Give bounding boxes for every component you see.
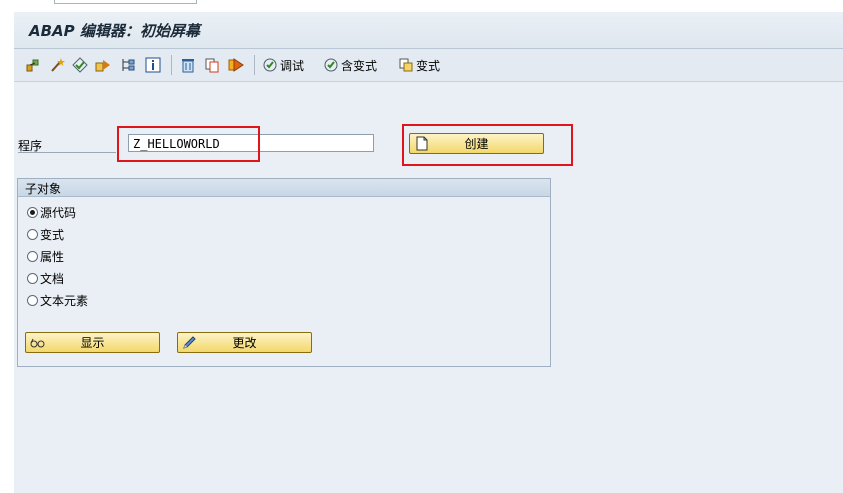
with-variant-icon xyxy=(324,58,338,72)
with-variant-button[interactable]: 含变式 xyxy=(323,56,377,74)
radio-button[interactable] xyxy=(27,272,38,284)
top-strip xyxy=(0,0,843,10)
with-variant-label: 含变式 xyxy=(341,58,378,73)
debug-icon xyxy=(263,58,277,72)
variant-label: 变式 xyxy=(416,58,441,73)
radio-label: 文档 xyxy=(40,271,65,286)
wand-icon[interactable] xyxy=(48,56,65,73)
radio-button[interactable] xyxy=(27,250,38,262)
program-highlight xyxy=(117,126,260,162)
display-button[interactable]: 显示 xyxy=(25,332,160,353)
debug-button[interactable]: 调试 xyxy=(262,56,304,74)
radio-button[interactable] xyxy=(27,228,38,240)
application-toolbar: 调试 含变式 变式 xyxy=(14,49,843,82)
debug-label: 调试 xyxy=(280,58,305,73)
execute-icon[interactable] xyxy=(227,56,244,73)
variant-icon xyxy=(399,58,413,72)
where-used-icon[interactable] xyxy=(119,56,136,73)
glasses-icon xyxy=(30,338,45,348)
display-label: 显示 xyxy=(80,336,105,350)
left-strip xyxy=(0,10,14,493)
pencil-icon xyxy=(183,336,196,349)
radio-label: 源代码 xyxy=(40,205,77,220)
subobjects-group: 子对象 源代码 变式 属性 文档 文本元素 显示 更改 xyxy=(17,178,551,367)
create-highlight xyxy=(402,124,573,166)
subobjects-title: 子对象 xyxy=(25,182,62,196)
radio-label: 属性 xyxy=(40,249,65,264)
delete-icon[interactable] xyxy=(179,56,196,73)
radio-source-code[interactable]: 源代码 xyxy=(27,203,76,221)
radio-attributes[interactable]: 属性 xyxy=(27,247,64,265)
variant-button[interactable]: 变式 xyxy=(398,56,440,74)
change-label: 更改 xyxy=(232,336,257,350)
radio-button[interactable] xyxy=(27,294,38,306)
change-button[interactable]: 更改 xyxy=(177,332,312,353)
command-field[interactable] xyxy=(54,0,197,4)
activate-icon[interactable] xyxy=(94,56,111,73)
radio-documentation[interactable]: 文档 xyxy=(27,269,64,287)
copy-icon[interactable] xyxy=(203,56,220,73)
toolbar-separator xyxy=(254,55,255,75)
radio-label: 变式 xyxy=(40,227,65,242)
radio-text-elements[interactable]: 文本元素 xyxy=(27,291,88,309)
info-icon[interactable] xyxy=(144,56,161,73)
object-list-icon[interactable] xyxy=(24,56,41,73)
radio-variants[interactable]: 变式 xyxy=(27,225,64,243)
toolbar-separator xyxy=(171,55,172,75)
program-label-underline xyxy=(18,152,116,153)
radio-button[interactable] xyxy=(27,206,38,218)
radio-label: 文本元素 xyxy=(40,293,89,308)
title-bar: ABAP 编辑器：初始屏幕 xyxy=(14,12,843,49)
check-icon[interactable] xyxy=(71,56,88,73)
subobjects-header: 子对象 xyxy=(18,179,550,197)
page-title: ABAP 编辑器：初始屏幕 xyxy=(29,22,200,40)
